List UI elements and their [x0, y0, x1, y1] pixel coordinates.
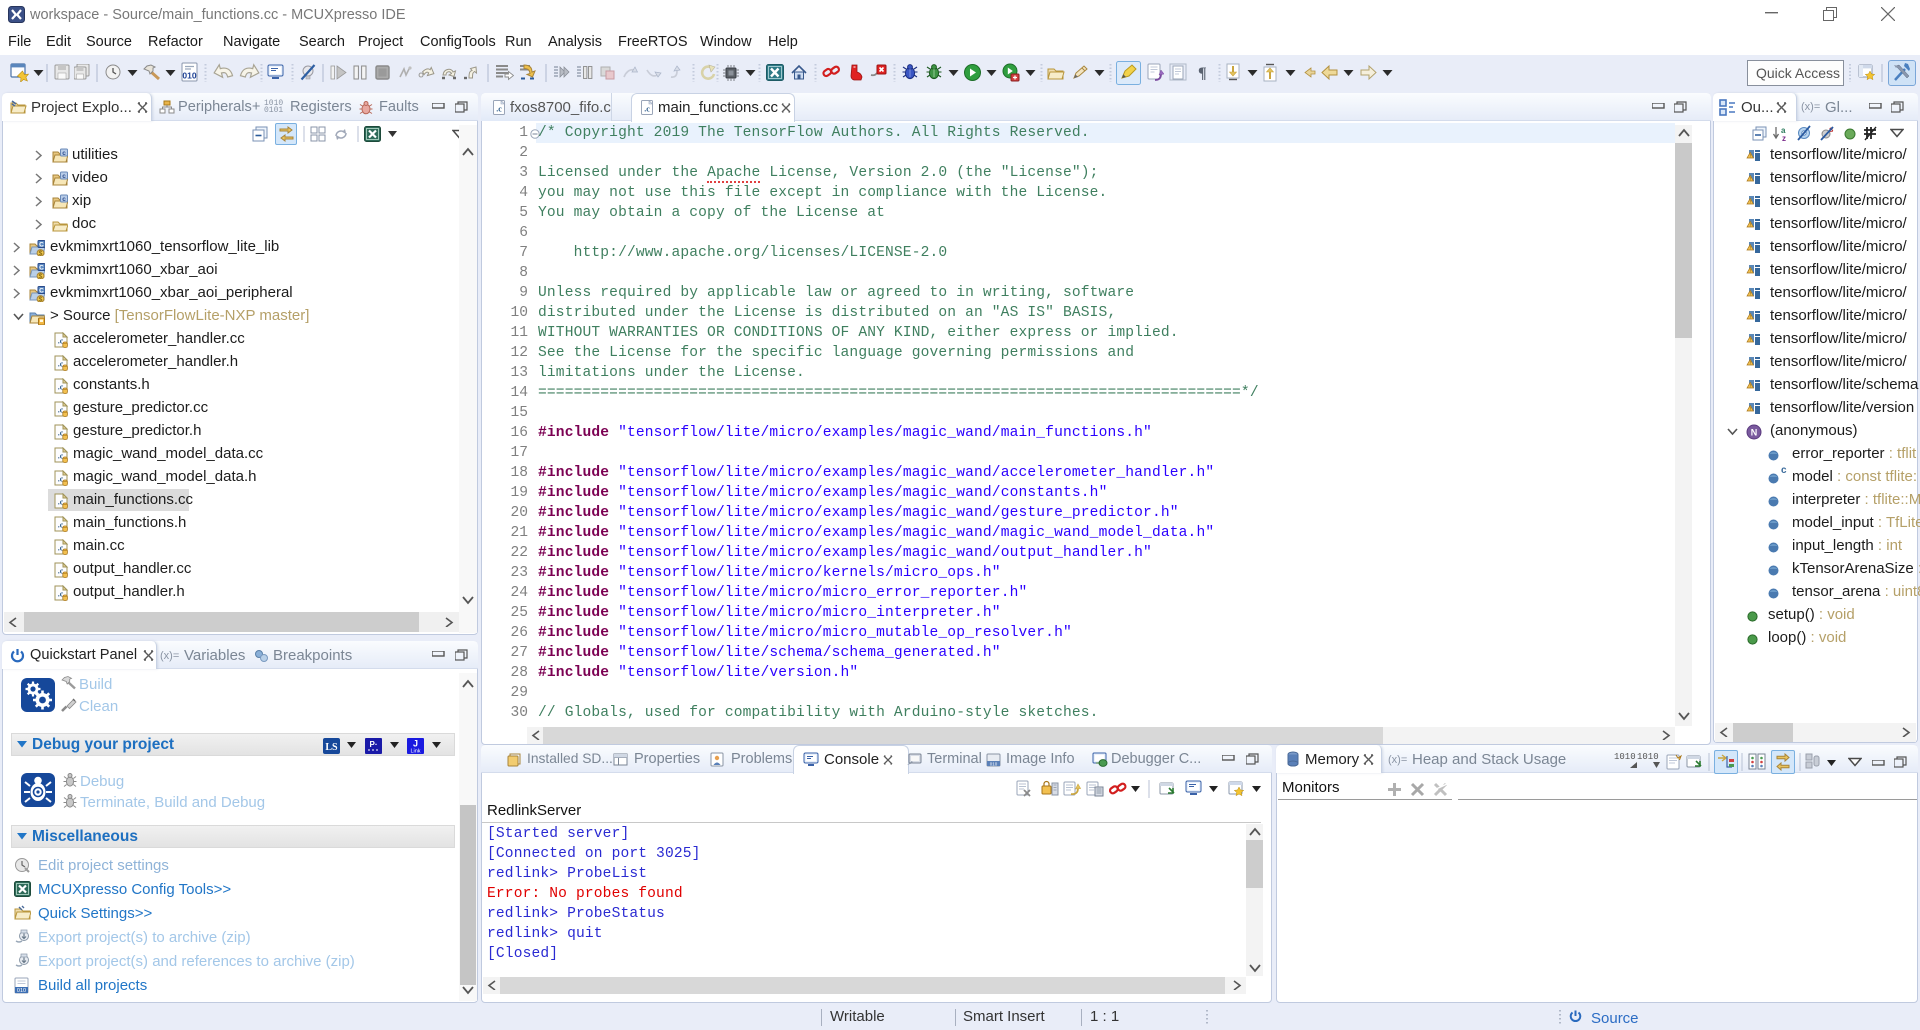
svg-text:$: $: [39, 297, 43, 302]
svg-text:c: c: [62, 150, 66, 157]
svg-text:C: C: [39, 242, 44, 249]
svg-text:!: !: [1750, 338, 1751, 344]
svg-text:$: $: [39, 274, 43, 279]
svg-text:c: c: [62, 196, 66, 203]
svg-text:!: !: [1750, 361, 1751, 367]
svg-text:Link: Link: [410, 749, 420, 755]
svg-text:!: !: [1750, 177, 1751, 183]
svg-text:LS: LS: [325, 742, 338, 753]
svg-text:N: N: [1751, 428, 1758, 438]
svg-text:!: !: [1750, 407, 1751, 413]
svg-text:!: !: [1750, 292, 1751, 298]
svg-text:010: 010: [17, 988, 26, 994]
svg-text:J: J: [413, 739, 418, 749]
svg-text:.c: .c: [644, 105, 650, 114]
svg-text:P·: P·: [370, 740, 378, 749]
svg-text:.c: .c: [496, 105, 502, 114]
svg-text:!: !: [1750, 246, 1751, 252]
svg-text:$: $: [39, 251, 43, 256]
svg-text:010: 010: [990, 761, 998, 766]
svg-text:C: C: [39, 265, 44, 272]
svg-text:c: c: [62, 173, 66, 180]
svg-text:C: C: [39, 288, 44, 295]
svg-text:!: !: [1750, 223, 1751, 229]
svg-text:!: !: [1750, 269, 1751, 275]
svg-text:¶: ¶: [1198, 65, 1207, 82]
svg-text:!: !: [1750, 315, 1751, 321]
svg-text:!: !: [1750, 384, 1751, 390]
svg-text:!: !: [1750, 200, 1751, 206]
svg-text:z: z: [1782, 134, 1786, 142]
svg-text:!: !: [1750, 154, 1751, 160]
